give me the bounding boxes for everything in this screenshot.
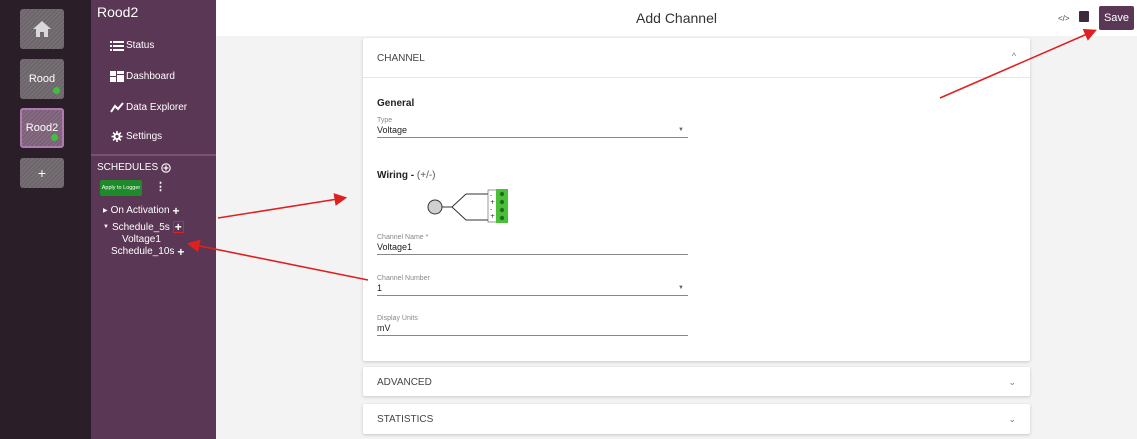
- display-units-value: mV: [377, 323, 391, 333]
- channel-number-label: Channel Number: [377, 275, 430, 282]
- wiring-title: Wiring - (+/-): [377, 170, 436, 181]
- general-title: General: [377, 98, 415, 109]
- tree-item-schedule-5s[interactable]: ▼ Schedule_5s +: [103, 221, 184, 233]
- arrow-to-plus: [186, 239, 369, 281]
- type-value: Voltage: [377, 125, 408, 135]
- advanced-panel[interactable]: ADVANCED ⌄: [363, 367, 1030, 396]
- logger-title: Rood2: [97, 4, 139, 20]
- field-underline: [377, 295, 688, 296]
- channel-number-value: 1: [377, 283, 383, 293]
- channel-name-field[interactable]: Channel Name * Voltage1: [377, 234, 688, 255]
- logger-rood2-label: Rood2: [25, 122, 59, 134]
- apply-to-logger-button[interactable]: Apply to Logger: [100, 180, 142, 196]
- tree-item-label: Schedule_10s: [111, 246, 175, 257]
- sidebar-item-dashboard[interactable]: Dashboard: [110, 71, 175, 82]
- home-button[interactable]: [20, 9, 64, 49]
- sidebar-item-settings[interactable]: Settings: [110, 131, 162, 142]
- more-options-icon[interactable]: ⋮: [155, 180, 166, 193]
- status-dot: [51, 134, 58, 141]
- chart-line-icon: [110, 102, 124, 113]
- channel-number-select[interactable]: Channel Number 1 ▼: [377, 275, 688, 296]
- sidebar-item-label: Dashboard: [126, 71, 175, 82]
- add-logger-button[interactable]: +: [20, 158, 64, 188]
- logger-rood-button[interactable]: Rood: [20, 59, 64, 99]
- panel-divider: [363, 77, 1030, 78]
- channel-panel-heading[interactable]: CHANNEL: [377, 53, 425, 64]
- field-underline: [377, 254, 688, 255]
- tree-item-schedule-10s[interactable]: Schedule_10s +: [111, 246, 184, 258]
- dashboard-icon: [110, 71, 124, 82]
- wiring-title-text: Wiring -: [377, 170, 417, 181]
- svg-text:+: +: [490, 213, 495, 220]
- code-icon[interactable]: </>: [1058, 14, 1070, 23]
- chevron-up-icon[interactable]: ^: [1012, 51, 1016, 61]
- save-button[interactable]: Save: [1099, 6, 1134, 30]
- tree-item-label: On Activation: [110, 205, 170, 216]
- dropdown-arrow-icon: ▼: [678, 127, 684, 133]
- floppy-icon[interactable]: [1079, 11, 1089, 22]
- caret-down-icon: ▼: [103, 224, 109, 230]
- add-icon[interactable]: +: [177, 246, 184, 258]
- workspace-rail: Rood Rood2 +: [0, 0, 91, 439]
- top-bar: Add Channel </> Save: [216, 0, 1137, 36]
- chevron-down-icon[interactable]: ⌄: [1008, 414, 1016, 425]
- home-icon: [33, 21, 51, 37]
- display-units-field[interactable]: Display Units mV: [377, 315, 688, 336]
- schedules-label: SCHEDULES: [97, 162, 159, 173]
- caret-right-icon: ▶: [103, 208, 108, 214]
- svg-text:+: +: [490, 199, 495, 206]
- sidebar-item-label: Settings: [126, 131, 163, 142]
- display-units-label: Display Units: [377, 315, 418, 322]
- sidebar-item-label: Status: [126, 40, 155, 51]
- tree-item-on-activation[interactable]: ▶ On Activation +: [103, 205, 180, 217]
- field-underline: [377, 335, 688, 336]
- dropdown-arrow-icon: ▼: [678, 285, 684, 291]
- channel-name-label: Channel Name *: [377, 234, 429, 241]
- wiring-hint: (+/-): [416, 170, 436, 181]
- field-underline: [377, 137, 688, 138]
- tree-item-label: Schedule_5s: [111, 221, 170, 233]
- wiring-diagram-icon: - + - +: [427, 189, 508, 223]
- type-select[interactable]: Type Voltage ▼: [377, 117, 688, 138]
- logger-rood2-button[interactable]: Rood2: [20, 108, 64, 148]
- page-title: Add Channel: [636, 10, 717, 26]
- advanced-panel-heading: ADVANCED: [377, 377, 432, 388]
- svg-text:-: -: [490, 206, 492, 213]
- gear-icon: [111, 131, 123, 142]
- tree-item-voltage1[interactable]: Voltage1: [122, 234, 161, 245]
- add-icon[interactable]: +: [172, 221, 184, 233]
- schedules-header: SCHEDULES: [97, 162, 171, 173]
- channel-panel: CHANNEL ^ General Type Voltage ▼ Wiring …: [363, 38, 1030, 361]
- tree-item-label: Voltage1: [122, 234, 161, 245]
- statistics-panel[interactable]: STATISTICS ⌄: [363, 404, 1030, 434]
- sidebar: Rood2 Status Dashboard Data Explorer Set…: [91, 0, 216, 439]
- sidebar-item-data-explorer[interactable]: Data Explorer: [110, 102, 187, 113]
- add-circle-icon[interactable]: [161, 162, 171, 173]
- type-label: Type: [377, 117, 393, 124]
- chevron-down-icon[interactable]: ⌄: [1008, 377, 1016, 388]
- add-logger-label: +: [37, 165, 47, 181]
- add-icon[interactable]: +: [173, 205, 180, 217]
- sidebar-item-status[interactable]: Status: [110, 40, 154, 51]
- arrow-to-wiring: [217, 193, 348, 219]
- list-icon: [110, 41, 124, 51]
- logger-rood-label: Rood: [28, 73, 56, 85]
- svg-text:-: -: [490, 192, 492, 199]
- status-dot: [53, 87, 60, 94]
- sidebar-divider: [91, 154, 216, 156]
- sidebar-item-label: Data Explorer: [126, 102, 188, 113]
- statistics-panel-heading: STATISTICS: [377, 414, 434, 425]
- channel-name-value: Voltage1: [377, 242, 413, 252]
